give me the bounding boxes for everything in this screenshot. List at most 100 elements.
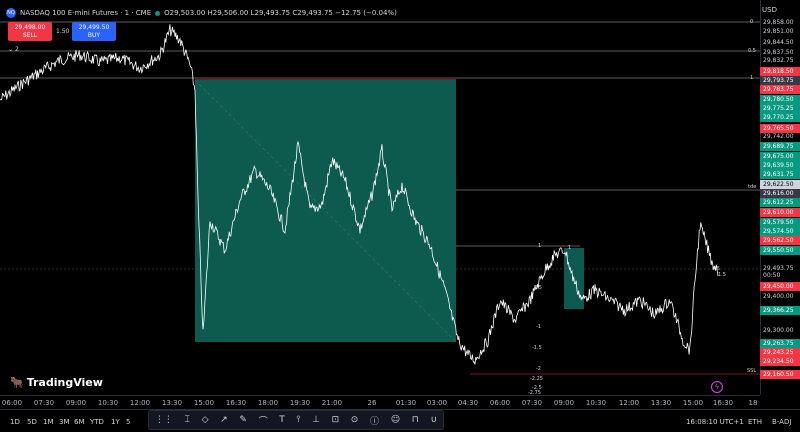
fib-label: -1 [536, 324, 541, 330]
price-label: 29,631.75 [760, 170, 800, 179]
price-label: 29,851.00 [763, 28, 794, 35]
vertical-line-icon[interactable]: ⫯ [296, 415, 300, 425]
time-axis[interactable]: 06:00 07:30 09:00 10:30 12:00 13:30 15:00 16:30… [0, 395, 760, 409]
time-label: 16:30 [225, 399, 247, 407]
time-label: 07:30 [521, 399, 543, 407]
timeframe-3m[interactable]: 3M [59, 418, 70, 426]
buy-label: BUY [87, 32, 101, 39]
eraser-icon[interactable]: ◇ [202, 415, 209, 425]
time-label: 12:00 [129, 399, 151, 407]
timeframe-ytd[interactable]: YTD [90, 418, 104, 426]
time-label: 12:00 [618, 399, 640, 407]
price-label: 29,689.75 [760, 142, 800, 151]
price-label: 29,574.50 [760, 227, 800, 236]
symbol-title[interactable]: NASDAQ 100 E-mini Futures · 1 · CME [20, 9, 151, 17]
sell-button[interactable]: 29,498.00 SELL [8, 22, 52, 41]
price-label: 29,300.00 [763, 327, 794, 334]
lightning-icon[interactable]: ϟ [711, 381, 723, 393]
price-label: 29,400.00 [763, 293, 794, 300]
price-label: 29,579.50 [760, 218, 800, 227]
time-label: 13:30 [161, 399, 183, 407]
timeframe-6m[interactable]: 6M [74, 418, 85, 426]
price-label: 29,793.75 [760, 76, 800, 85]
target-icon[interactable]: ⊙ [351, 415, 359, 425]
price-chart-svg[interactable] [0, 0, 760, 395]
fib-label: 1 [750, 75, 754, 81]
measure-icon[interactable]: ⊡ [332, 415, 340, 425]
price-label: 29,675.00 [760, 152, 800, 161]
fib-label: -2 [536, 366, 541, 372]
price-label: 29,742.00 [763, 133, 794, 140]
price-label: 29,832.75 [763, 57, 794, 64]
time-label: 10:30 [585, 399, 607, 407]
timeframe-1m[interactable]: 1M [43, 418, 54, 426]
price-label: 29,550.50 [760, 246, 800, 255]
clock[interactable]: 16:08:10 UTC+1 [686, 418, 744, 426]
time-label: 18 [748, 399, 758, 407]
time-label: 13:30 [650, 399, 672, 407]
text-icon[interactable]: T [279, 415, 285, 425]
price-axis[interactable]: 29,858.00 29,851.00 29,844.50 29,837.50 29,8… [760, 0, 800, 395]
time-label: 03:00 [426, 399, 448, 407]
brush-icon[interactable]: ⌒ [259, 414, 268, 427]
price-label: 29,160.50 [760, 370, 800, 379]
tradingview-logo: 🐂 TradingView [10, 376, 103, 389]
chart-canvas[interactable] [0, 0, 760, 395]
session-toggle[interactable]: ETH [748, 418, 762, 426]
currency-label[interactable]: USD [762, 6, 777, 14]
emoji-icon[interactable]: ☺ [391, 415, 400, 425]
indicators-toggle[interactable]: ⌄ 2 [8, 46, 19, 53]
pencil-icon[interactable]: ✎ [239, 415, 247, 425]
price-label: 29,243.25 [760, 348, 800, 357]
price-label: 29,775.25 [760, 104, 800, 113]
horizontal-line-icon[interactable]: ⊥ [312, 415, 320, 425]
time-label: 16:30 [712, 399, 734, 407]
tradingview-logo-icon: 🐂 [10, 376, 24, 389]
chevron-down-icon: ⌄ [8, 46, 14, 53]
fib-label: 0 [750, 19, 754, 25]
sell-label: SELL [22, 32, 38, 39]
price-label: 29,612.25 [760, 198, 800, 207]
buy-price: 29,499.50 [78, 24, 110, 31]
timeframe-1y[interactable]: 1Y [111, 418, 120, 426]
timeframe-5d[interactable]: 5D [27, 418, 37, 426]
timeframe-1d[interactable]: 1D [10, 418, 20, 426]
time-label: 09:00 [65, 399, 87, 407]
buy-button[interactable]: 29,499.50 BUY [72, 22, 116, 41]
sell-price: 29,498.00 [14, 24, 46, 31]
trendline-icon[interactable]: ↗ [220, 415, 228, 425]
lock-icon[interactable]: ⊓ [412, 415, 419, 425]
time-label: 18:00 [257, 399, 279, 407]
fib-label: SSL [747, 368, 757, 374]
price-label: 29,858.00 [763, 19, 794, 26]
fib-label: 0.5 [534, 285, 542, 291]
fib-label: 1.5 [718, 272, 726, 278]
price-label: 00:50 [763, 272, 781, 279]
cursor-icon[interactable]: ⌶ [185, 415, 190, 425]
info-icon[interactable]: ⓘ [370, 414, 379, 427]
timeframe-5y[interactable]: 5 [126, 418, 130, 426]
adjustment-toggle[interactable]: B-ADJ [772, 418, 791, 426]
time-label: 04:30 [457, 399, 479, 407]
price-label: 29,770.25 [760, 113, 800, 122]
time-label: 06:00 [1, 399, 23, 407]
fib-label: -2.25 [530, 376, 543, 382]
ohlc-values: O29,503.00 H29,506.00 L29,493.75 C29,493… [164, 9, 397, 17]
indicators-count: 2 [14, 46, 19, 53]
price-label: 29,639.50 [760, 161, 800, 170]
time-label: 15:00 [682, 399, 704, 407]
market-open-icon [155, 10, 161, 16]
time-label: 06:00 [489, 399, 511, 407]
time-label: 01:30 [395, 399, 417, 407]
price-label: 29,780.50 [760, 95, 800, 104]
magnet-icon[interactable]: ∪ [430, 415, 437, 425]
price-label: 29,622.50 [760, 180, 800, 189]
time-label: 09:00 [553, 399, 575, 407]
price-label: 29,263.75 [760, 339, 800, 348]
price-label: 29,234.50 [760, 357, 800, 366]
time-label: 21:00 [321, 399, 343, 407]
time-label: 07:30 [33, 399, 55, 407]
brand-name: TradingView [26, 376, 103, 389]
drag-handle-icon[interactable]: ⋮⋮ [155, 415, 173, 425]
price-label: 29,844.50 [763, 39, 794, 46]
